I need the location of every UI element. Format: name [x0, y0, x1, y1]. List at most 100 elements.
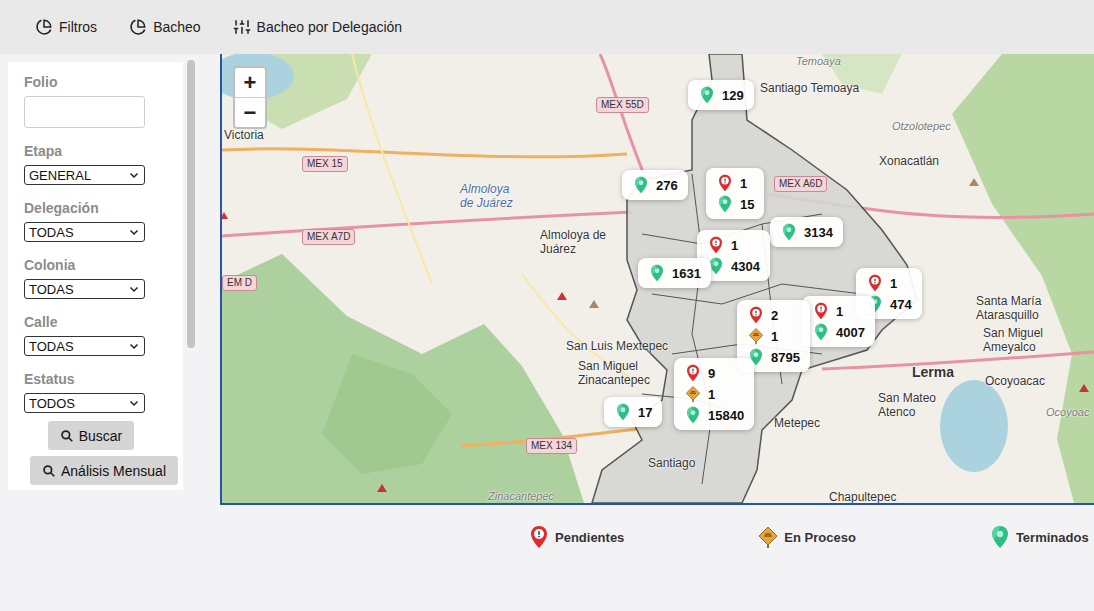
- cluster-row: 17: [614, 403, 652, 421]
- cluster-count: 17: [638, 405, 652, 420]
- cluster-count: 15: [740, 197, 754, 212]
- cluster-count: 1: [836, 304, 843, 319]
- road-shield: MEX 55D: [596, 97, 649, 113]
- toolbar-tab[interactable]: Filtros: [35, 18, 97, 36]
- place-label: Ocoyoac: [1046, 406, 1089, 419]
- place-label: Santiago: [648, 456, 695, 470]
- cluster-row: 276: [632, 176, 678, 194]
- place-label: Almoloya de Juárez: [540, 228, 612, 257]
- field-label: Delegación: [24, 200, 167, 216]
- cluster-count: 1: [890, 276, 897, 291]
- search-icon: [42, 464, 56, 478]
- place-label: Almoloya de Juárez: [460, 182, 524, 211]
- pie-chart-icon: [35, 18, 53, 36]
- chevron-down-icon: [128, 340, 140, 352]
- marker-cluster[interactable]: 1 4007: [802, 296, 875, 347]
- search-icon: [60, 429, 74, 443]
- filter-select[interactable]: TODOS: [24, 393, 145, 413]
- field-label: Folio: [24, 74, 167, 90]
- cluster-count: 1631: [672, 266, 701, 281]
- cluster-row: 4007: [812, 323, 865, 341]
- map[interactable]: TemoayaSantiago TemoayaOtzolotepecXonaca…: [220, 54, 1094, 505]
- toolbar-tab[interactable]: Bacheo por Delegación: [233, 18, 403, 36]
- toolbar-tab[interactable]: Bacheo: [129, 18, 200, 36]
- zoom-out-button[interactable]: −: [235, 98, 265, 127]
- pending-marker-icon: [866, 274, 884, 292]
- cluster-row: 1: [747, 327, 800, 345]
- pending-marker-icon: [707, 236, 725, 254]
- cluster-count: 9: [708, 366, 715, 381]
- marker-cluster[interactable]: 1631: [638, 258, 711, 288]
- marker-cluster[interactable]: 276: [622, 170, 688, 200]
- tab-label: Bacheo por Delegación: [257, 19, 403, 35]
- cluster-count: 1: [708, 387, 715, 402]
- place-label: Temoaya: [796, 55, 841, 68]
- cluster-row: 3134: [780, 223, 833, 241]
- cluster-count: 1: [740, 176, 747, 191]
- select-value: TODAS: [29, 225, 74, 240]
- folio-input[interactable]: [24, 96, 145, 128]
- action-button[interactable]: Buscar: [48, 421, 134, 450]
- scrollbar-thumb[interactable]: [187, 60, 195, 348]
- pending-marker-icon: [527, 525, 551, 549]
- cluster-count: 4007: [836, 325, 865, 340]
- filter-select[interactable]: GENERAL: [24, 165, 145, 185]
- select-value: TODAS: [29, 282, 74, 297]
- cluster-row: 9: [684, 364, 744, 382]
- filter-select[interactable]: TODAS: [24, 279, 145, 299]
- chevron-down-icon: [128, 283, 140, 295]
- marker-cluster[interactable]: 17: [604, 397, 662, 427]
- zoom-control: +−: [233, 66, 267, 129]
- cluster-row: 1: [866, 274, 912, 292]
- road-shield: MEX 134: [526, 438, 577, 454]
- cluster-row: 8795: [747, 348, 800, 366]
- marker-cluster[interactable]: 9 1 15840: [674, 358, 754, 430]
- place-label: San Mateo Atenco: [878, 391, 952, 420]
- field-label: Etapa: [24, 143, 167, 159]
- finished-marker-icon: [648, 264, 666, 282]
- cluster-count: 474: [890, 297, 912, 312]
- marker-cluster[interactable]: 115: [706, 168, 764, 219]
- filter-select[interactable]: TODAS: [24, 336, 145, 356]
- app: Filtros Bacheo Bacheo por Delegación Folio E…: [0, 0, 1094, 611]
- zoom-in-button[interactable]: +: [235, 68, 265, 98]
- place-label: Zinacantepec: [488, 490, 554, 503]
- field-label: Estatus: [24, 371, 167, 387]
- cluster-count: 1: [731, 238, 738, 253]
- filter-field: Folio: [24, 74, 167, 128]
- marker-cluster[interactable]: 129: [688, 80, 754, 110]
- cluster-row: 1631: [648, 264, 701, 282]
- cluster-count: 1: [771, 329, 778, 344]
- chevron-down-icon: [128, 397, 140, 409]
- cluster-row: 15840: [684, 406, 744, 424]
- field-label: Colonia: [24, 257, 167, 273]
- place-label: Santa María Atarasquillo: [976, 294, 1080, 323]
- place-label: Otzolotepec: [892, 120, 951, 133]
- place-label: San Luis Mextepec: [566, 339, 668, 353]
- legend-item: Terminados: [988, 525, 1089, 549]
- cluster-count: 15840: [708, 408, 744, 423]
- toolbar: Filtros Bacheo Bacheo por Delegación: [0, 0, 1094, 54]
- filter-field: Delegación TODAS: [24, 200, 167, 242]
- road-shield: MEX A7D: [302, 229, 355, 245]
- marker-cluster[interactable]: 3134: [770, 217, 843, 247]
- scrollbar[interactable]: [185, 57, 196, 502]
- filter-field: Etapa GENERAL: [24, 143, 167, 185]
- legend: PendientesEn ProcesoTerminados: [0, 505, 1094, 611]
- pie-chart-icon: [129, 18, 147, 36]
- in-progress-marker-icon: [747, 327, 765, 345]
- select-value: GENERAL: [29, 168, 91, 183]
- finished-marker-icon: [614, 403, 632, 421]
- action-button[interactable]: Análisis Mensual: [30, 456, 178, 485]
- cluster-count: 276: [656, 178, 678, 193]
- chevron-down-icon: [128, 226, 140, 238]
- pending-marker-icon: [812, 302, 830, 320]
- road-shield: EM D: [222, 275, 257, 291]
- in-progress-marker-icon: [684, 385, 702, 403]
- filter-field: Colonia TODAS: [24, 257, 167, 299]
- place-label: Victoria: [224, 128, 264, 142]
- button-label: Análisis Mensual: [61, 463, 166, 479]
- filter-select[interactable]: TODAS: [24, 222, 145, 242]
- finished-marker-icon: [632, 176, 650, 194]
- finished-marker-icon: [698, 86, 716, 104]
